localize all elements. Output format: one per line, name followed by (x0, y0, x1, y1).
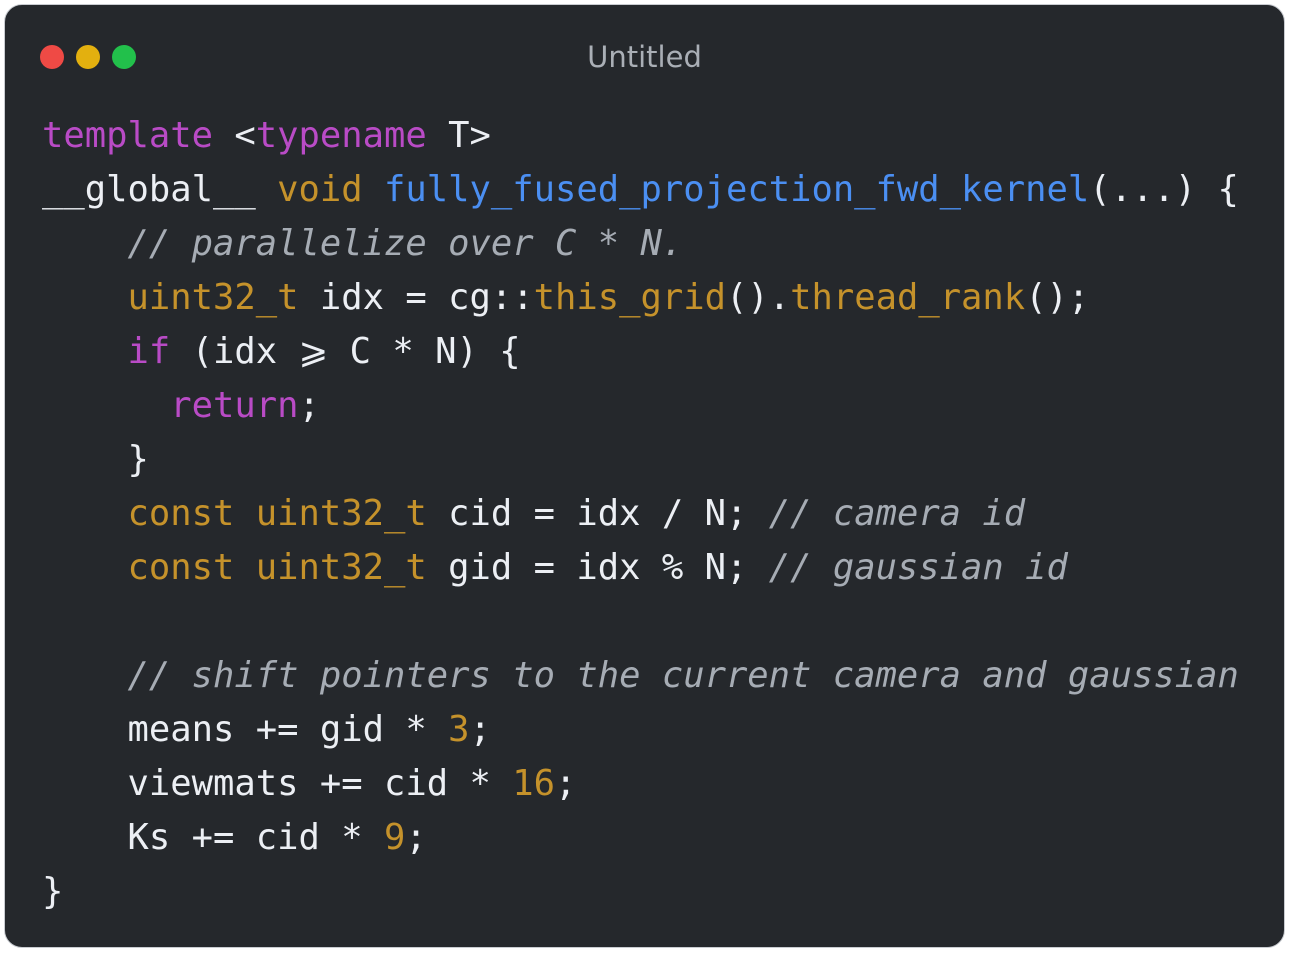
code-token-comment: // camera id (768, 493, 1026, 534)
code-line: viewmats += cid * 16; (42, 757, 1239, 811)
code-token-plain: (). (725, 277, 791, 318)
code-token-comment: // parallelize over C * N. (127, 223, 684, 264)
code-token-type: uint32_t (255, 493, 427, 534)
code-token-number: 3 (448, 709, 470, 750)
code-line: uint32_t idx = cg::this_grid().thread_ra… (42, 271, 1239, 325)
code-token-plain: idx = cg:: (298, 277, 534, 318)
code-token-type: uint32_t (255, 547, 427, 588)
code-line: __global__ void fully_fused_projection_f… (42, 163, 1239, 217)
code-token-plain: viewmats += cid * (127, 763, 513, 804)
code-token-plain: } (127, 439, 149, 480)
code-token-type: const (127, 493, 235, 534)
code-line: const uint32_t gid = idx % N; // gaussia… (42, 541, 1239, 595)
code-token-plain: __global__ (42, 169, 256, 210)
code-token-keyword: template (42, 115, 213, 156)
code-token-plain: (...) { (1089, 169, 1239, 210)
window-title: Untitled (587, 40, 702, 74)
code-token-keyword: typename (255, 115, 427, 156)
code-line: template <typename T> (42, 109, 1239, 163)
code-token-type: const (127, 547, 235, 588)
code-token-type: this_grid (533, 277, 726, 318)
code-line: // shift pointers to the current camera … (42, 649, 1239, 703)
code-token-plain: gid = idx % N; (426, 547, 769, 588)
code-token-number: 16 (512, 763, 555, 804)
code-token-plain: } (42, 871, 64, 912)
code-token-plain: ; (554, 763, 577, 804)
code-token-plain: ; (405, 817, 427, 858)
code-token-plain: < (212, 115, 256, 156)
code-token-plain: cid = idx / N; (426, 493, 769, 534)
code-token-comment: // gaussian id (768, 547, 1068, 588)
code-line: // parallelize over C * N. (42, 217, 1239, 271)
code-token-function: fully_fused_projection_fwd_kernel (383, 169, 1090, 210)
code-token-plain: ; (298, 385, 320, 426)
code-token-plain: means += gid * (127, 709, 449, 750)
code-line: means += gid * 3; (42, 703, 1239, 757)
code-line: } (42, 865, 1239, 919)
code-window: Untitled template <typename T> __global__… (4, 4, 1285, 948)
code-token-type: uint32_t (127, 277, 299, 318)
code-line: const uint32_t cid = idx / N; // camera … (42, 487, 1239, 541)
code-line: } (42, 433, 1239, 487)
code-token-plain: Ks += cid * (127, 817, 384, 858)
code-token-type: void (277, 169, 363, 210)
code-token-plain: (); (1025, 277, 1090, 318)
code-token-plain: ; (469, 709, 491, 750)
code-token-comment: // shift pointers to the current camera … (127, 655, 1239, 696)
code-token-type: thread_rank (790, 277, 1026, 318)
code-line: if (idx ⩾ C * N) { (42, 325, 1239, 379)
code-line: return; (42, 379, 1239, 433)
code-block: template <typename T> __global__ void ful… (42, 109, 1239, 919)
code-token-number: 9 (383, 817, 406, 858)
code-token-plain: (idx ⩾ C * N) { (170, 331, 521, 372)
code-token-keyword: if (127, 331, 171, 372)
code-line: Ks += cid * 9; (42, 811, 1239, 865)
title-bar: Untitled (5, 5, 1284, 105)
code-token-plain: T> (426, 115, 491, 156)
code-token-keyword: return (170, 385, 299, 426)
